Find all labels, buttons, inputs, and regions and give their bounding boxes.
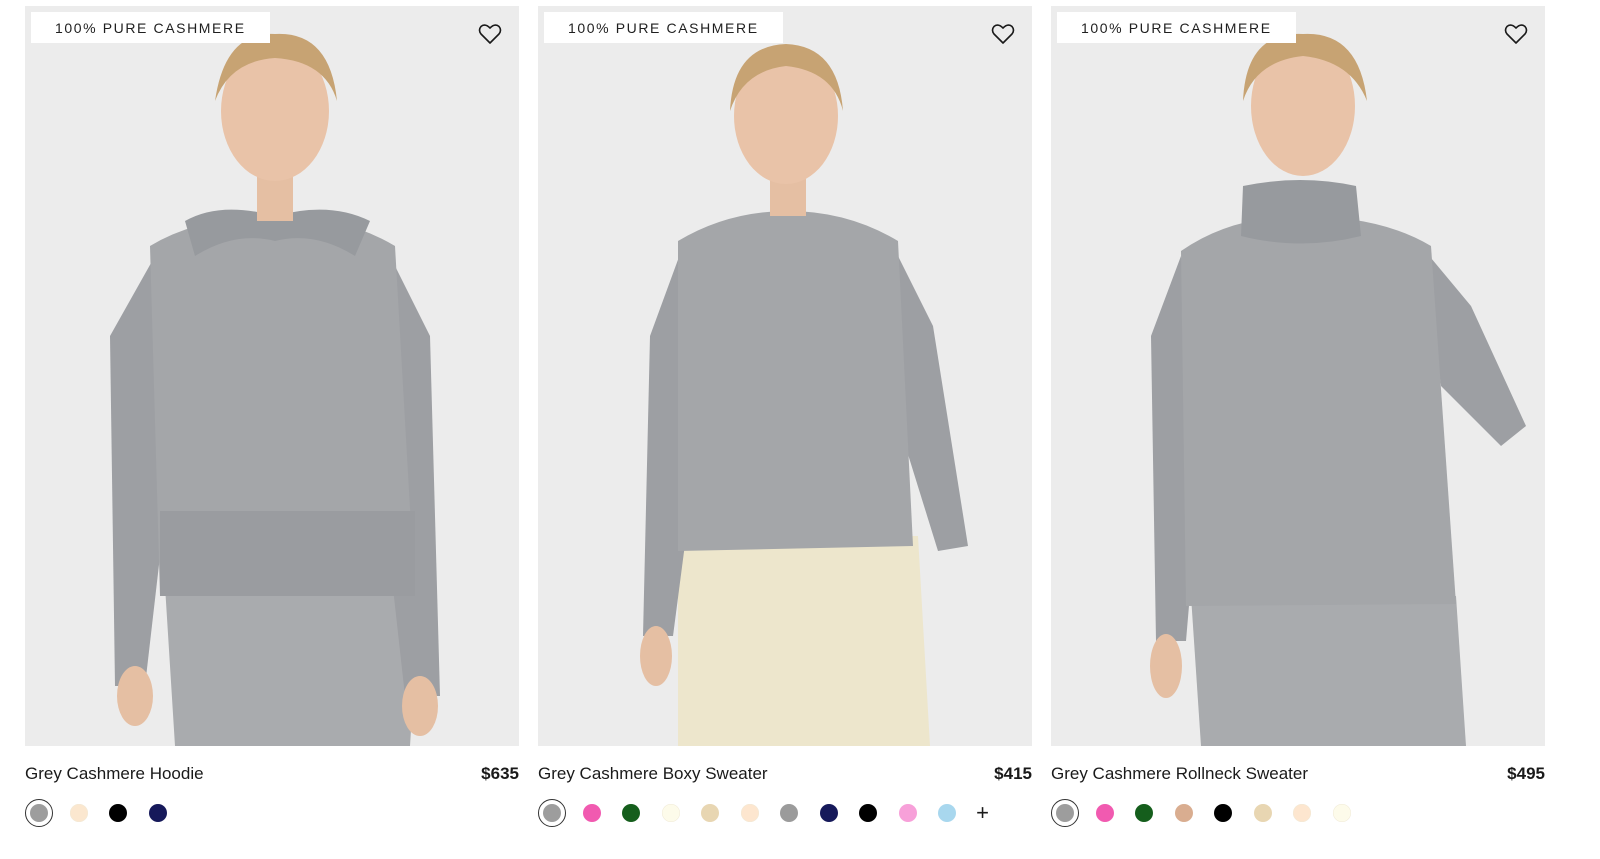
- color-swatch[interactable]: [1091, 799, 1119, 827]
- color-swatch[interactable]: [854, 799, 882, 827]
- color-swatch[interactable]: [1249, 799, 1277, 827]
- color-swatch[interactable]: [933, 799, 961, 827]
- color-swatch-dot: [1095, 804, 1114, 822]
- product-image[interactable]: 100% PURE CASHMERE: [25, 6, 519, 746]
- model-photo-boxy-sweater: [538, 6, 1032, 746]
- product-image[interactable]: 100% PURE CASHMERE: [538, 6, 1032, 746]
- color-swatch-dot: [1135, 804, 1153, 822]
- color-swatch[interactable]: [144, 799, 172, 827]
- product-price: $495: [1507, 764, 1545, 783]
- color-swatch-dot: [1253, 804, 1272, 822]
- color-swatch-dot: [1174, 804, 1193, 822]
- color-swatch[interactable]: [1288, 799, 1316, 827]
- color-swatch-dot: [1056, 804, 1074, 822]
- product-card[interactable]: 100% PURE CASHMERE Grey Cashmere Rollnec…: [1051, 6, 1545, 856]
- heart-outline-icon[interactable]: [990, 21, 1016, 47]
- product-price: $415: [994, 764, 1032, 783]
- color-swatch-dot: [543, 804, 561, 822]
- heart-outline-icon[interactable]: [1503, 21, 1529, 47]
- color-swatches: [1051, 798, 1367, 828]
- color-swatch-dot: [622, 804, 640, 822]
- color-swatch-dot: [819, 804, 838, 822]
- product-image[interactable]: 100% PURE CASHMERE: [1051, 6, 1545, 746]
- color-swatch-dot: [740, 804, 759, 822]
- color-swatch-dot: [1293, 804, 1311, 822]
- color-swatch[interactable]: [894, 799, 922, 827]
- color-swatch[interactable]: [65, 799, 93, 827]
- model-photo-hoodie: [25, 6, 519, 746]
- color-swatch-dot: [701, 804, 719, 822]
- color-swatch[interactable]: [578, 799, 606, 827]
- product-name[interactable]: Grey Cashmere Boxy Sweater: [538, 764, 768, 784]
- color-swatch-dot: [582, 804, 601, 822]
- color-swatch[interactable]: [1328, 799, 1356, 827]
- color-swatch[interactable]: [1170, 799, 1198, 827]
- heart-outline-icon[interactable]: [477, 21, 503, 47]
- color-swatch[interactable]: [696, 799, 724, 827]
- product-info: Grey Cashmere Hoodie $635: [25, 762, 519, 786]
- color-swatch[interactable]: [25, 799, 53, 827]
- color-swatch-dot: [1214, 804, 1232, 822]
- color-swatch-dot: [898, 804, 917, 822]
- product-info: Grey Cashmere Boxy Sweater $415: [538, 762, 1032, 786]
- color-swatches: [25, 798, 183, 828]
- color-swatch-dot: [30, 804, 48, 822]
- color-swatch[interactable]: [657, 799, 685, 827]
- product-card[interactable]: 100% PURE CASHMERE Grey Cashmere Boxy Sw…: [538, 6, 1032, 856]
- model-photo-rollneck: [1051, 6, 1545, 746]
- product-info: Grey Cashmere Rollneck Sweater $495: [1051, 762, 1545, 786]
- color-swatch-dot: [109, 804, 127, 822]
- color-swatch-dot: [780, 804, 798, 822]
- product-name[interactable]: Grey Cashmere Rollneck Sweater: [1051, 764, 1308, 784]
- color-swatch-dot: [148, 804, 167, 822]
- color-swatch-dot: [69, 804, 88, 822]
- product-price: $635: [481, 764, 519, 783]
- color-swatch[interactable]: [1130, 799, 1158, 827]
- color-swatch[interactable]: [1209, 799, 1237, 827]
- product-name[interactable]: Grey Cashmere Hoodie: [25, 764, 204, 784]
- color-swatches: +: [538, 798, 993, 828]
- color-swatch[interactable]: [617, 799, 645, 827]
- color-swatch-dot: [938, 804, 956, 822]
- color-swatch[interactable]: [775, 799, 803, 827]
- product-grid: 100% PURE CASHMERE Grey Cashmere Hoodie …: [25, 6, 1580, 856]
- color-swatch-dot: [859, 804, 877, 822]
- color-swatch[interactable]: [104, 799, 132, 827]
- more-colors-button[interactable]: +: [973, 799, 993, 827]
- color-swatch[interactable]: [815, 799, 843, 827]
- product-badge: 100% PURE CASHMERE: [31, 12, 270, 43]
- color-swatch-dot: [661, 804, 680, 822]
- product-badge: 100% PURE CASHMERE: [1057, 12, 1296, 43]
- color-swatch-dot: [1332, 804, 1351, 822]
- product-card[interactable]: 100% PURE CASHMERE Grey Cashmere Hoodie …: [25, 6, 519, 856]
- color-swatch[interactable]: [538, 799, 566, 827]
- color-swatch[interactable]: [736, 799, 764, 827]
- color-swatch[interactable]: [1051, 799, 1079, 827]
- product-badge: 100% PURE CASHMERE: [544, 12, 783, 43]
